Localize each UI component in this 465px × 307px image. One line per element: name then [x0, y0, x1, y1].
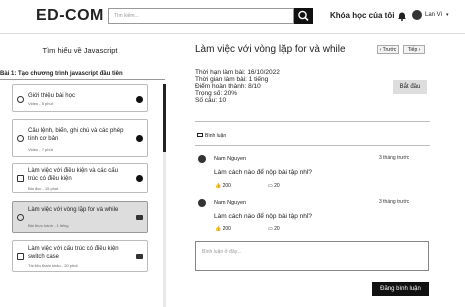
thumbs-up-icon: 👍 [215, 226, 222, 232]
page-title: Làm việc với vòng lặp for và while [195, 44, 346, 55]
pass-score: Điểm hoàn thành: 8/10 [195, 83, 261, 90]
item-meta: Tài liệu tham khảo - 20 phút [28, 263, 78, 268]
tab-comments[interactable]: Bình luận [197, 133, 226, 139]
item-meta: Bài đọc - 15 phút [28, 186, 59, 191]
item-meta: Video - 5 phút [28, 101, 53, 106]
item-title: Câu lệnh, biến, ghi chú và các phép tính… [28, 128, 124, 142]
sidebar-item[interactable]: Câu lệnh, biến, ghi chú và các phép tính… [12, 119, 148, 157]
start-button[interactable]: Bắt đầu [393, 80, 427, 94]
comment-author: Nam Nguyen [214, 200, 247, 206]
comment-input[interactable]: Bình luận ở đây... [195, 241, 429, 271]
thumbs-up-icon: 👍 [215, 183, 222, 189]
reply-button[interactable]: ▭ 20 [268, 226, 280, 232]
comment-author: Nam Nguyen [214, 156, 247, 162]
avatar [198, 155, 206, 163]
sidebar-item[interactable]: Giới thiệu bài học Video - 5 phút [12, 84, 148, 112]
like-button[interactable]: 👍 200 [215, 183, 231, 189]
comment-icon: ▭ [268, 226, 273, 232]
check-icon [136, 135, 143, 142]
my-courses-link[interactable]: Khóa học của tôi [330, 11, 394, 20]
chevron-down-icon[interactable]: ▾ [446, 12, 449, 18]
comment-text: Làm cách nào để nộp bài tập nhỉ? [214, 213, 312, 220]
lock-icon [136, 254, 143, 259]
comment-icon: ▭ [268, 183, 273, 189]
book-icon [17, 253, 24, 260]
post-comment-button[interactable]: Đăng bình luận [372, 282, 429, 296]
sidebar-item[interactable]: Làm việc với cấu trúc có điều kiện switc… [12, 240, 148, 272]
divider [195, 145, 430, 146]
play-icon [17, 135, 24, 142]
comment-time: 3 tháng trước [379, 155, 410, 161]
search-input[interactable]: Tìm kiếm... [108, 8, 294, 24]
item-title: Làm việc với cấu trúc có điều kiện switc… [28, 246, 119, 260]
avatar [198, 199, 206, 207]
avatar[interactable] [412, 10, 422, 20]
lesson-heading[interactable]: Bài 1: Tạo chương trình javascript đầu t… [0, 71, 165, 80]
play-icon [17, 96, 24, 103]
course-title: Tìm hiểu về Javascript [42, 46, 118, 55]
search-icon [298, 10, 309, 21]
comment-time: 3 tháng trước [379, 199, 410, 205]
site-logo[interactable]: ED-COM [36, 7, 104, 25]
due-date: Thời hạn làm bài: 16/10/2022 [195, 69, 280, 76]
check-icon [136, 175, 143, 182]
weight: Trọng số: 20% [195, 90, 238, 97]
comment-icon [197, 133, 203, 137]
like-button[interactable]: 👍 200 [215, 226, 231, 232]
comment-text: Làm cách nào để nộp bài tập nhỉ? [214, 169, 312, 176]
lock-icon [136, 215, 143, 220]
reply-button[interactable]: ▭ 20 [268, 183, 280, 189]
bell-icon[interactable] [397, 11, 407, 21]
question-count: Số câu: 10 [195, 97, 227, 104]
help-icon [17, 214, 24, 221]
next-button[interactable]: Tiếp › [403, 45, 425, 54]
document-icon [17, 175, 24, 182]
item-title: Giới thiệu bài học [28, 93, 75, 99]
item-title: Làm việc với điều kiện và các cấu trúc c… [28, 168, 118, 182]
sidebar-item[interactable]: Làm việc với điều kiện và các cấu trúc c… [12, 163, 148, 193]
sidebar-item-active[interactable]: Làm việc với vòng lặp for và while Bài t… [12, 201, 148, 233]
item-meta: Bài thực hành - 1 tiếng [28, 223, 69, 228]
divider [195, 121, 430, 122]
search-button[interactable] [294, 8, 313, 24]
item-meta: Video - 7 phút [28, 147, 53, 152]
sidebar-scrollbar-thumb[interactable] [163, 84, 166, 152]
prev-button[interactable]: ‹ Trước [377, 45, 399, 54]
check-icon [136, 96, 143, 103]
duration: Thời gian làm bài: 1 tiếng [195, 76, 269, 83]
item-title: Làm việc với vòng lặp for và while [28, 207, 119, 213]
user-name[interactable]: Lan Vi [425, 12, 442, 18]
